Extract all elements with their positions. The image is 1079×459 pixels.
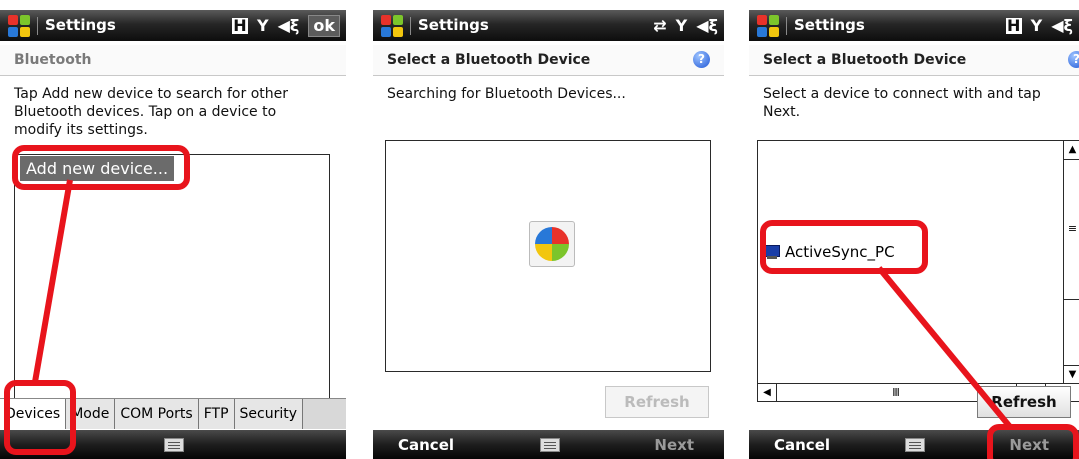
page-title: Select a Bluetooth Device xyxy=(387,52,591,68)
cancel-button[interactable]: Cancel xyxy=(398,436,454,454)
annotation-arrow xyxy=(32,179,73,383)
searching-panel: Settings ⇄ Y ◀ξ Select a Bluetooth Devic… xyxy=(373,0,724,459)
soft-key-bar: Cancel Next xyxy=(373,430,724,459)
annotation-arrow xyxy=(876,266,1014,430)
help-icon[interactable]: ? xyxy=(693,51,710,68)
volume-icon[interactable]: ◀ξ xyxy=(696,16,718,35)
bluetooth-settings-panel: Settings H Y ◀ξ ok Bluetooth Tap Add new… xyxy=(0,0,346,459)
page-header: Select a Bluetooth Device ? xyxy=(373,45,724,76)
status-text: Searching for Bluetooth Devices... xyxy=(387,86,626,102)
signal-icon: Y xyxy=(675,16,688,35)
title-bar: Settings ⇄ Y ◀ξ xyxy=(373,10,724,41)
window-title: Settings xyxy=(418,16,489,34)
refresh-button[interactable]: Refresh xyxy=(605,386,709,418)
sync-icon: ⇄ xyxy=(653,16,667,35)
windows-logo-icon[interactable] xyxy=(381,15,404,37)
select-device-panel: Settings H Y ◀ξ Select a Bluetooth Devic… xyxy=(749,0,1079,459)
next-button[interactable]: Next xyxy=(654,436,694,454)
device-list[interactable] xyxy=(385,140,711,372)
keyboard-icon[interactable] xyxy=(539,438,560,452)
searching-spinner-icon xyxy=(529,221,575,267)
